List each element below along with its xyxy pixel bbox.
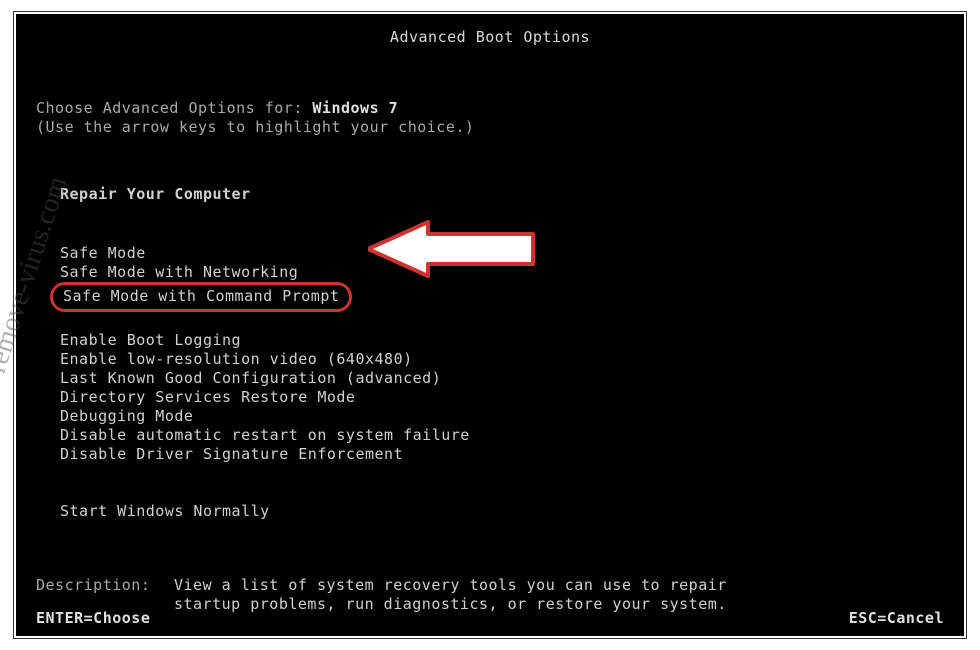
choose-prompt: Choose Advanced Options for: Windows 7 [36,99,944,118]
option-boot-logging[interactable]: Enable Boot Logging [60,331,944,350]
option-start-normally[interactable]: Start Windows Normally [60,502,944,521]
option-safe-mode-cmd[interactable]: Safe Mode with Command Prompt [50,282,352,312]
option-debugging[interactable]: Debugging Mode [60,407,944,426]
prompt-prefix: Choose Advanced Options for: [36,99,312,117]
arrow-hint: (Use the arrow keys to highlight your ch… [36,118,944,137]
description-label: Description: [36,576,174,595]
footer-enter: ENTER=Choose [36,609,150,628]
option-repair-computer[interactable]: Repair Your Computer [60,185,944,204]
option-disable-sig[interactable]: Disable Driver Signature Enforcement [60,445,944,464]
option-safe-mode[interactable]: Safe Mode [60,244,944,263]
option-low-res[interactable]: Enable low-resolution video (640x480) [60,350,944,369]
option-safe-mode-networking[interactable]: Safe Mode with Networking [60,263,944,282]
footer-bar: ENTER=Choose ESC=Cancel [36,609,944,628]
option-last-known-good[interactable]: Last Known Good Configuration (advanced) [60,369,944,388]
boot-screen: Advanced Boot Options Choose Advanced Op… [16,14,964,636]
description: Description:View a list of system recove… [16,521,964,614]
option-disable-restart[interactable]: Disable automatic restart on system fail… [60,426,944,445]
option-directory-restore[interactable]: Directory Services Restore Mode [60,388,944,407]
os-name: Windows 7 [312,99,398,117]
page-title: Advanced Boot Options [16,14,964,47]
footer-esc: ESC=Cancel [849,609,944,628]
